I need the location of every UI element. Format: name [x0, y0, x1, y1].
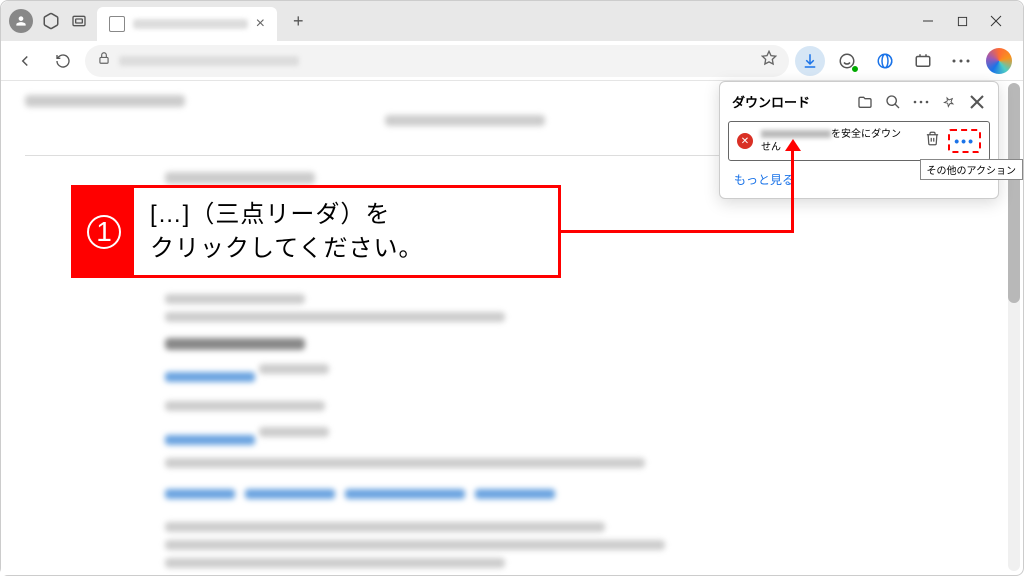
tooltip: その他のアクション	[920, 159, 1024, 180]
more-menu-button[interactable]	[945, 45, 977, 77]
tab-title-blurred	[133, 19, 248, 29]
address-bar[interactable]	[85, 45, 789, 77]
downloads-panel-title: ダウンロード	[732, 92, 846, 111]
extensions-button[interactable]	[831, 45, 863, 77]
open-folder-button[interactable]	[856, 93, 874, 111]
instruction-text: […]（三点リーダ）をクリックしてください。	[134, 188, 440, 275]
close-window-button[interactable]	[989, 14, 1003, 28]
new-tab-button[interactable]: +	[293, 11, 304, 32]
minimize-button[interactable]	[921, 14, 935, 28]
annotation-arrow	[791, 146, 794, 233]
download-more-actions-button[interactable]: •••	[954, 133, 975, 149]
delete-download-button[interactable]	[925, 131, 940, 151]
downloads-more-button[interactable]	[912, 93, 930, 111]
copilot-button[interactable]	[983, 45, 1015, 77]
search-downloads-button[interactable]	[884, 93, 902, 111]
window-titlebar: × +	[1, 1, 1023, 41]
browser-toolbar	[1, 41, 1023, 81]
blocked-icon: ✕	[737, 133, 753, 149]
downloads-panel: ダウンロード ✕ を安全にダウンせん ••• もっと見る	[719, 81, 999, 199]
annotation-arrowhead	[785, 139, 801, 151]
instruction-annotation: 1 […]（三点リーダ）をクリックしてください。	[71, 185, 561, 278]
page-icon	[109, 16, 125, 32]
tab-close-button[interactable]: ×	[256, 15, 265, 33]
highlighted-more-actions: •••	[948, 129, 981, 153]
pin-downloads-button[interactable]	[940, 93, 958, 111]
favorite-star-icon[interactable]	[761, 50, 777, 71]
vertical-scrollbar[interactable]	[1008, 83, 1020, 571]
browser-tab[interactable]: ×	[97, 7, 277, 41]
workspaces-icon[interactable]	[41, 11, 61, 31]
annotation-arrow	[561, 230, 793, 233]
lock-icon	[97, 51, 111, 70]
favorites-button[interactable]	[869, 45, 901, 77]
download-item: ✕ を安全にダウンせん •••	[728, 121, 990, 161]
maximize-button[interactable]	[955, 14, 969, 28]
back-button[interactable]	[9, 45, 41, 77]
step-number-badge: 1	[74, 188, 134, 275]
close-downloads-button[interactable]	[968, 93, 986, 111]
downloads-button[interactable]	[795, 46, 825, 76]
badge-dot	[851, 65, 859, 73]
tab-actions-icon[interactable]	[69, 11, 89, 31]
collections-button[interactable]	[907, 45, 939, 77]
refresh-button[interactable]	[47, 45, 79, 77]
profile-avatar[interactable]	[9, 9, 33, 33]
url-blurred	[119, 56, 299, 66]
scrollbar-thumb[interactable]	[1008, 83, 1020, 303]
